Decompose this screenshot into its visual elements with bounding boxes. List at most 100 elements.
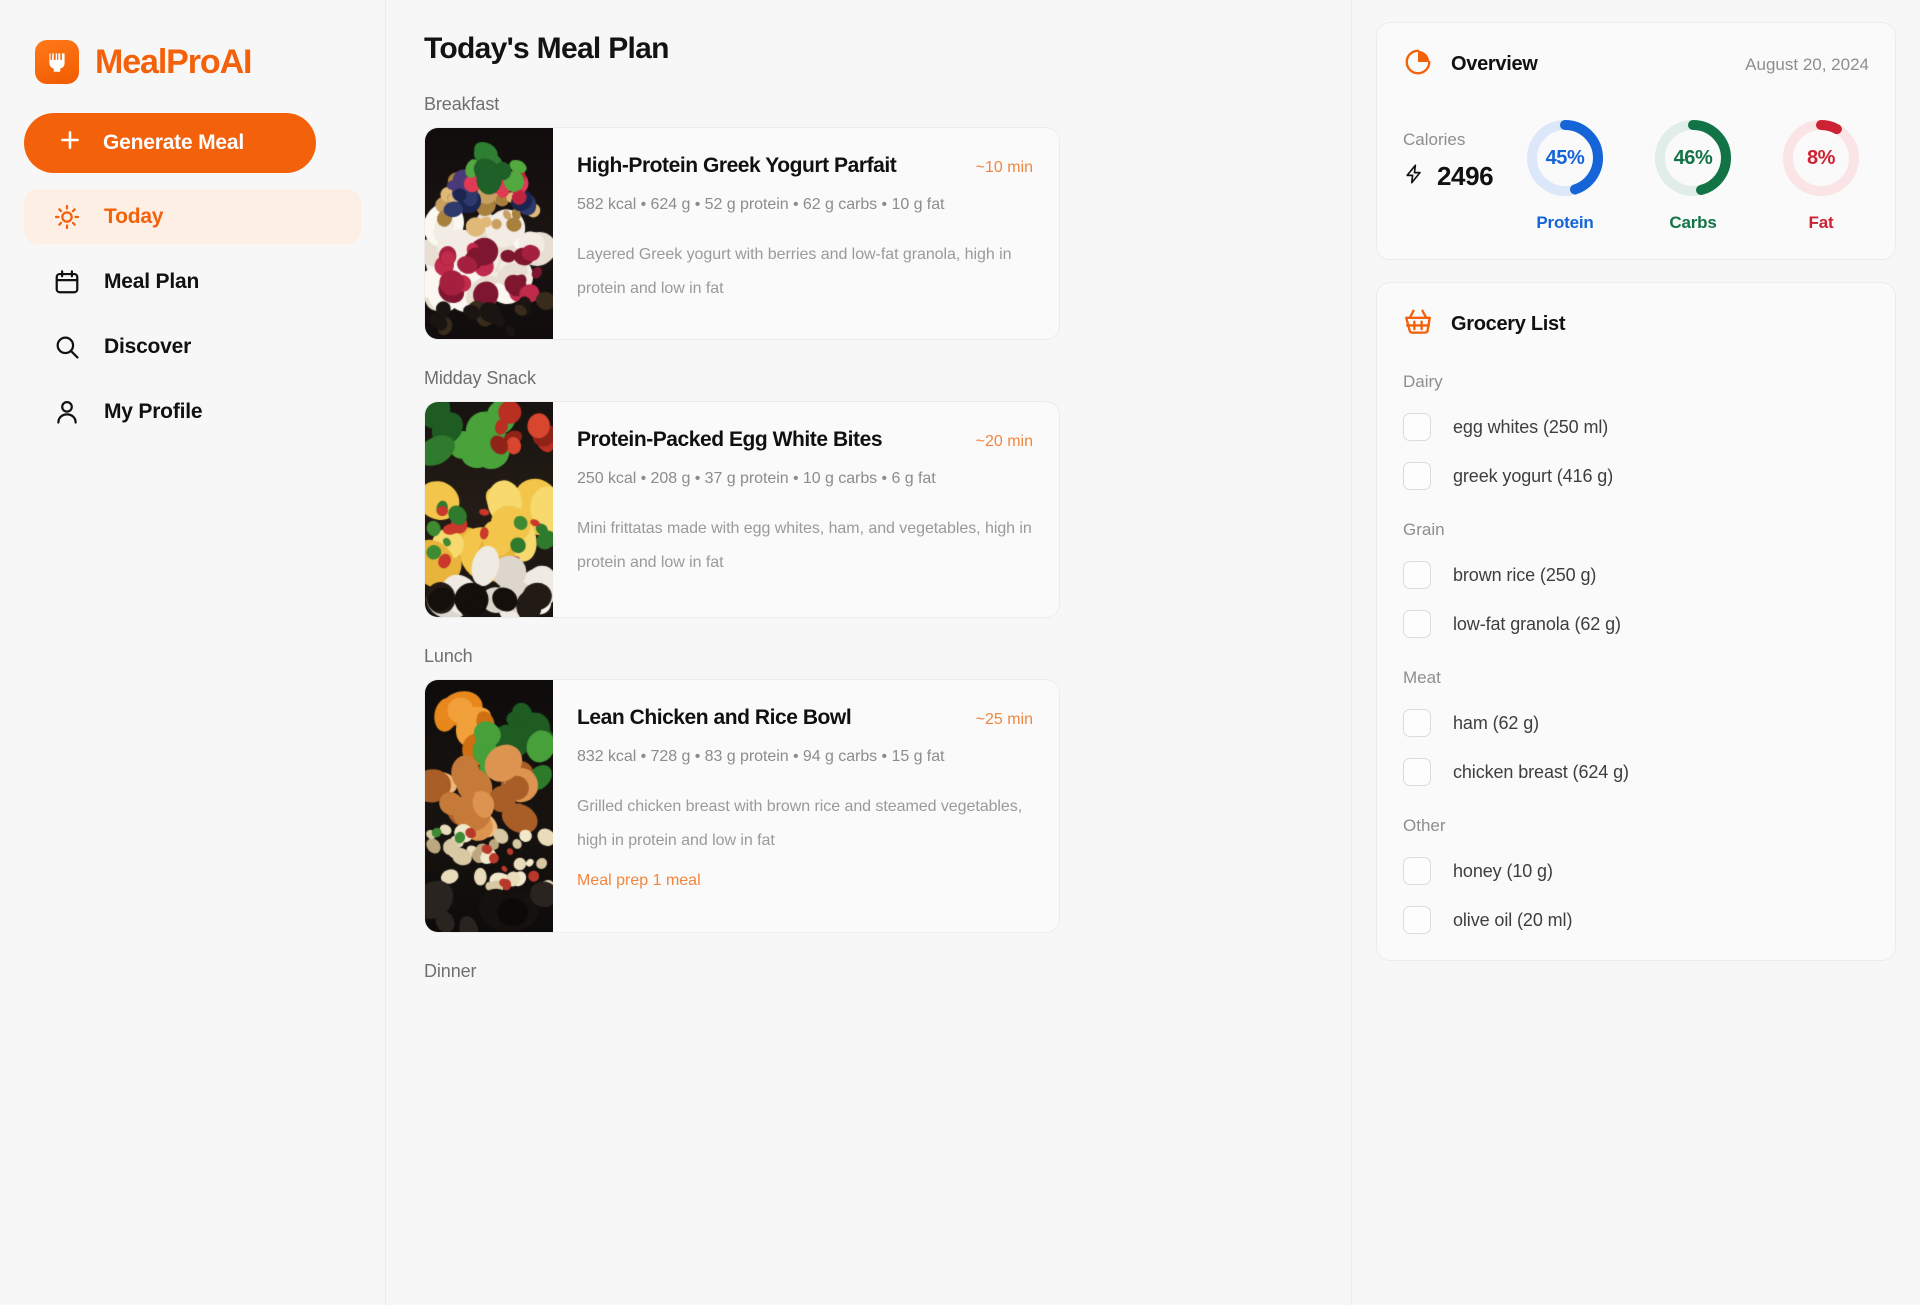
grocery-group-label: Dairy [1403,372,1443,391]
calories-label: Calories [1403,130,1466,149]
meal-prep-time: ~25 min [975,711,1033,728]
meal-name: Lean Chicken and Rice Bowl [577,706,852,729]
grocery-group-label: Meat [1403,668,1441,687]
grocery-item-label: ham (62 g) [1453,712,1540,733]
meal-section-dinner: Dinner [414,961,1323,982]
sidebar-item-label: Today [104,204,164,228]
grocery-group-label: Other [1403,816,1446,835]
meal-prep-time: ~10 min [975,159,1033,176]
grocery-item-checkbox[interactable] [1403,758,1431,786]
meal-plan-column: Today's Meal Plan Breakfast High-Protein… [386,0,1352,1305]
grocery-group-label: Grain [1403,520,1445,539]
grocery-item[interactable]: egg whites (250 ml) [1403,413,1869,441]
grocery-item-label: olive oil (20 ml) [1453,909,1573,930]
macro-ring-label: Fat [1808,213,1834,232]
generate-meal-label: Generate Meal [103,131,244,154]
grocery-list-title: Grocery List [1451,313,1566,335]
sun-icon [52,202,82,232]
grocery-item[interactable]: ham (62 g) [1403,709,1869,737]
grocery-item[interactable]: olive oil (20 ml) [1403,906,1869,934]
grocery-item-checkbox[interactable] [1403,561,1431,589]
meal-section-label: Dinner [424,961,477,981]
sidebar-item-today[interactable]: Today [24,189,361,244]
meal-section-label: Breakfast [424,94,500,114]
sidebar-item-my-profile[interactable]: My Profile [24,384,361,439]
meal-thumbnail [425,128,553,339]
grocery-item[interactable]: greek yogurt (416 g) [1403,462,1869,490]
meal-description: Layered Greek yogurt with berries and lo… [577,246,1012,297]
meal-macros: 250 kcal • 208 g • 37 g protein • 10 g c… [577,470,936,487]
macro-ring-label: Carbs [1669,213,1717,232]
meal-card[interactable]: High-Protein Greek Yogurt Parfait ~10 mi… [424,127,1060,340]
grocery-item-checkbox[interactable] [1403,709,1431,737]
user-icon [52,397,82,427]
grocery-item[interactable]: honey (10 g) [1403,857,1869,885]
macro-ring-protein: 45% Protein [1523,116,1607,233]
meal-macros: 582 kcal • 624 g • 52 g protein • 62 g c… [577,196,945,213]
meal-name: High-Protein Greek Yogurt Parfait [577,154,897,177]
meal-name: Protein-Packed Egg White Bites [577,428,883,451]
sidebar: MealProAI Generate Meal Today Meal Plan … [0,0,386,1305]
grocery-item[interactable]: chicken breast (624 g) [1403,758,1869,786]
calories-value: 2496 [1437,161,1494,191]
grocery-list-panel: Grocery List Dairy egg whites (250 ml) gre… [1376,282,1896,961]
macro-ring-label: Protein [1536,213,1594,232]
grocery-item-checkbox[interactable] [1403,906,1431,934]
sidebar-item-meal-plan[interactable]: Meal Plan [24,254,361,309]
meal-description: Mini frittatas made with egg whites, ham… [577,520,1032,571]
meal-section-breakfast: Breakfast High-Protein Greek Yogurt Parf… [414,94,1323,340]
meal-prep-note: Meal prep 1 meal [577,872,701,889]
meal-section-midday-snack: Midday Snack Protein-Packed Egg White Bi… [414,368,1323,618]
overview-panel: Overview August 20, 2024 Calories 2496 4… [1376,22,1896,260]
right-column: Overview August 20, 2024 Calories 2496 4… [1352,0,1920,1305]
macro-ring-carbs: 46% Carbs [1651,116,1735,233]
generate-meal-button[interactable]: Generate Meal [24,113,316,173]
macro-ring-value: 46% [1673,146,1713,169]
grocery-item-label: honey (10 g) [1453,860,1553,881]
page-title: Today's Meal Plan [424,32,669,65]
sidebar-item-label: Meal Plan [104,269,200,293]
meal-thumbnail [425,402,553,617]
meal-card-body: Lean Chicken and Rice Bowl ~25 min 832 k… [553,680,1059,932]
grocery-item[interactable]: low-fat granola (62 g) [1403,610,1869,638]
meal-macros: 832 kcal • 728 g • 83 g protein • 94 g c… [577,748,945,765]
meal-prep-time: ~20 min [975,433,1033,450]
meal-card[interactable]: Lean Chicken and Rice Bowl ~25 min 832 k… [424,679,1060,933]
grocery-item[interactable]: brown rice (250 g) [1403,561,1869,589]
brand-name: MealProAI [95,42,252,81]
macro-rings: 45% Protein 46% Carbs 8% Fat [1523,116,1869,233]
app-root: MealProAI Generate Meal Today Meal Plan … [0,0,1920,1305]
grocery-item-checkbox[interactable] [1403,462,1431,490]
meal-section-lunch: Lunch Lean Chicken and Rice Bowl ~25 min… [414,646,1323,933]
meal-section-label: Lunch [424,646,473,666]
sidebar-item-label: My Profile [104,399,203,423]
grocery-list-body: Dairy egg whites (250 ml) greek yogurt (41… [1403,372,1869,934]
grocery-item-label: chicken breast (624 g) [1453,761,1629,782]
grocery-item-label: brown rice (250 g) [1453,564,1597,585]
meal-card[interactable]: Protein-Packed Egg White Bites ~20 min 2… [424,401,1060,618]
grocery-item-label: greek yogurt (416 g) [1453,465,1614,486]
meal-card-body: High-Protein Greek Yogurt Parfait ~10 mi… [553,128,1059,339]
search-icon [52,332,82,362]
grocery-item-checkbox[interactable] [1403,413,1431,441]
shopping-basket-icon [1403,307,1433,342]
pie-chart-icon [1403,47,1433,82]
meal-thumbnail [425,680,553,932]
grocery-item-label: egg whites (250 ml) [1453,416,1609,437]
lightning-bolt-icon [1403,163,1425,190]
macro-ring-value: 8% [1806,146,1836,169]
sidebar-item-discover[interactable]: Discover [24,319,361,374]
grocery-item-checkbox[interactable] [1403,857,1431,885]
overview-date: August 20, 2024 [1745,54,1869,74]
grocery-item-label: low-fat granola (62 g) [1453,613,1621,634]
sidebar-item-label: Discover [104,334,192,358]
meal-card-body: Protein-Packed Egg White Bites ~20 min 2… [553,402,1059,617]
calendar-icon [52,267,82,297]
grocery-item-checkbox[interactable] [1403,610,1431,638]
overview-title: Overview [1451,53,1538,75]
brand-logo[interactable]: MealProAI [35,40,361,84]
meal-description: Grilled chicken breast with brown rice a… [577,798,1023,849]
sidebar-nav: Today Meal Plan Discover My Profile [24,189,361,439]
calories-block: Calories 2496 [1403,116,1494,192]
mealproai-logo-icon [35,40,79,84]
